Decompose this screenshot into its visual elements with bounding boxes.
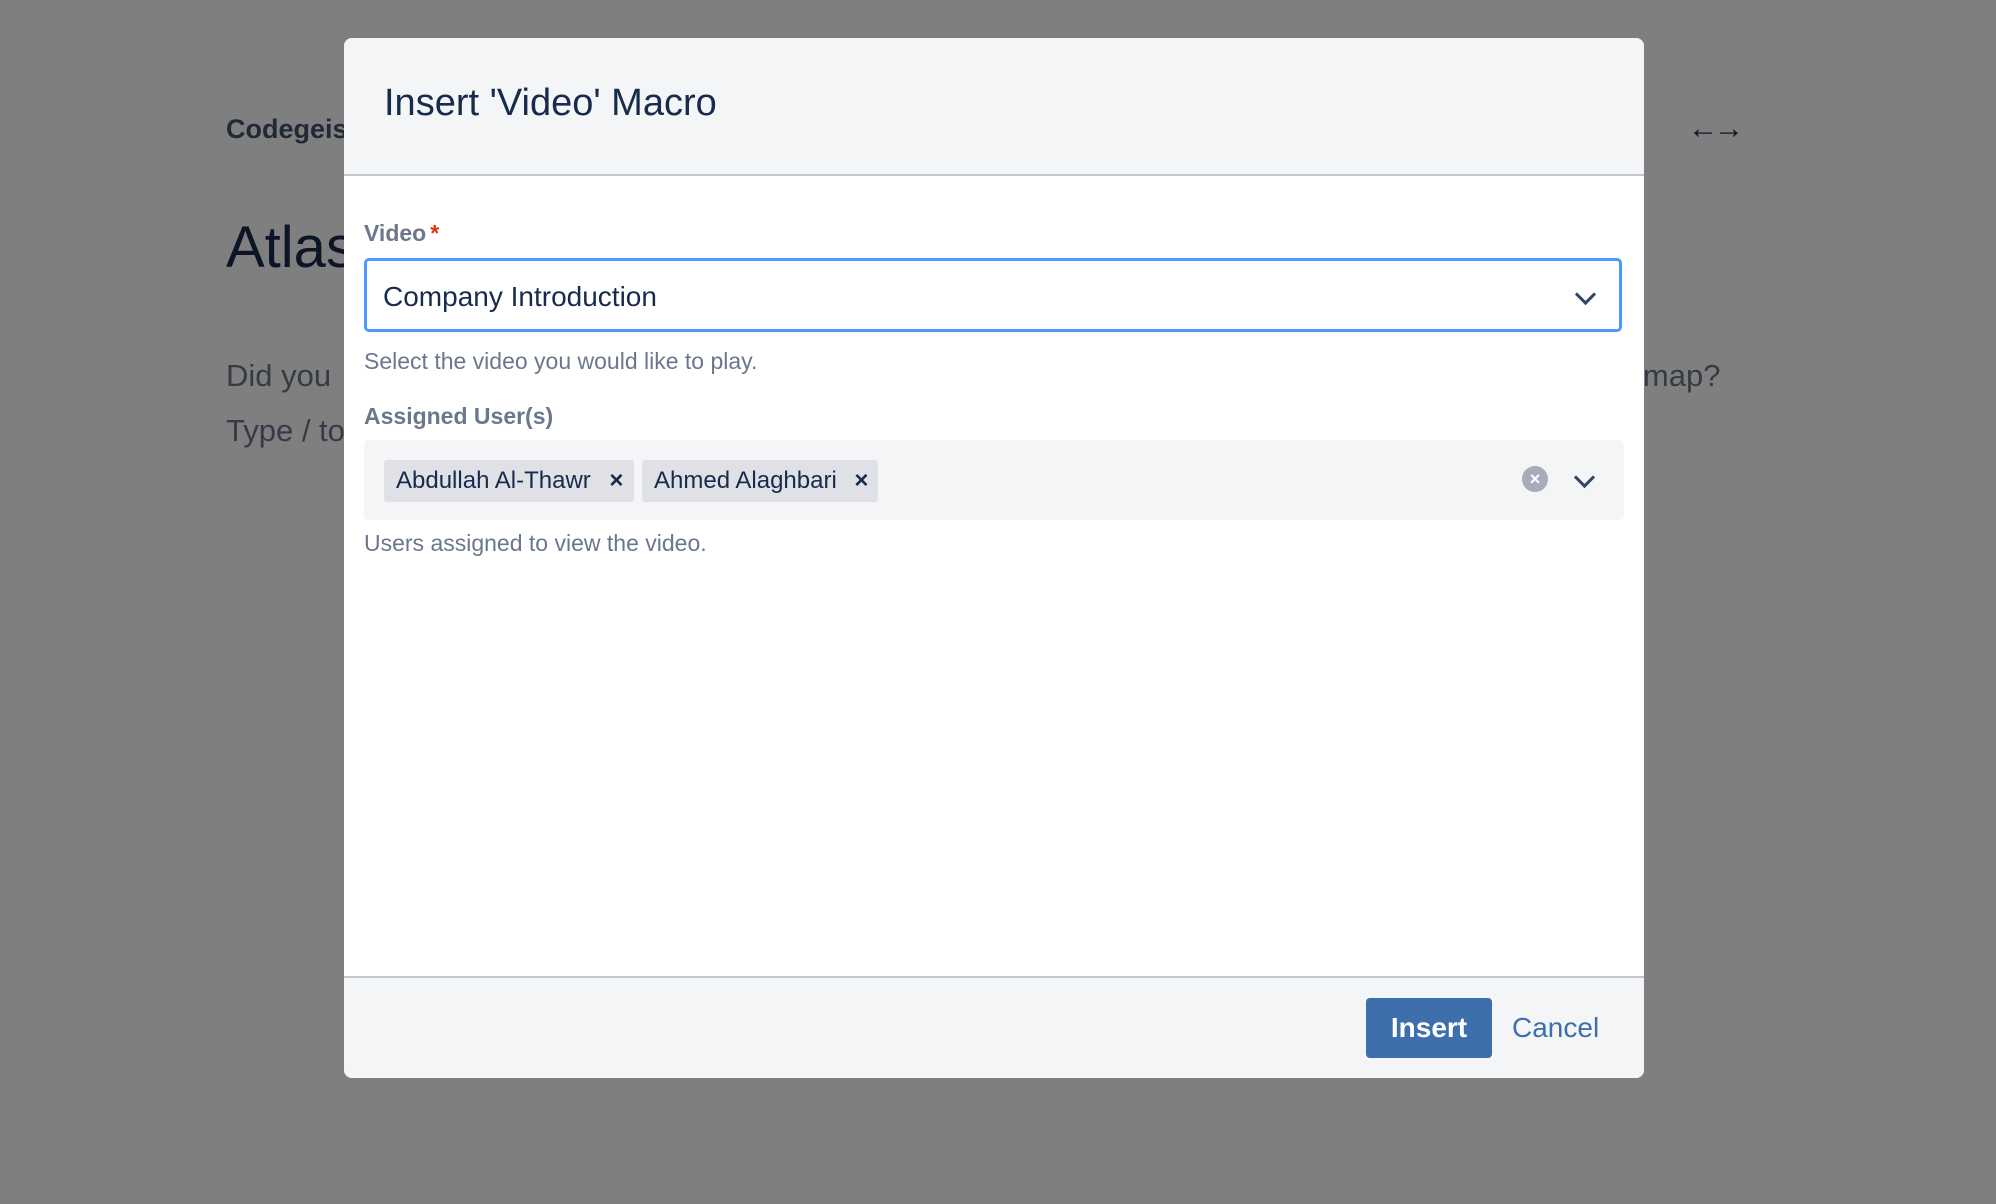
video-select-value: Company Introduction (383, 281, 657, 312)
dialog-footer: Insert Cancel (344, 976, 1644, 1078)
remove-tag-icon[interactable]: × (845, 460, 878, 502)
insert-video-macro-dialog: Insert 'Video' Macro Video * Company Intr… (344, 38, 1644, 1078)
user-tag: Ahmed Alaghbari × (642, 460, 878, 502)
assigned-users-label: Assigned User(s) (364, 403, 554, 429)
user-tag-label: Abdullah Al-Thawr (396, 467, 591, 494)
insert-button[interactable]: Insert (1366, 998, 1492, 1058)
remove-tag-icon[interactable]: × (599, 460, 634, 502)
required-marker: * (430, 220, 440, 246)
clear-selection-icon[interactable]: × (1522, 466, 1548, 492)
dialog-title: Insert 'Video' Macro (384, 82, 717, 124)
video-help-text: Select the video you would like to play. (364, 348, 758, 374)
chevron-down-icon[interactable] (1573, 466, 1596, 489)
user-tag-label: Ahmed Alaghbari (654, 467, 837, 494)
users-help-text: Users assigned to view the video. (364, 530, 707, 556)
cancel-button[interactable]: Cancel (1512, 1012, 1599, 1044)
video-field-label: Video * (364, 220, 439, 247)
assigned-users-select[interactable]: Abdullah Al-Thawr × Ahmed Alaghbari × × (364, 440, 1624, 520)
video-label-text: Video (364, 220, 427, 246)
user-tag: Abdullah Al-Thawr × (384, 460, 634, 502)
dialog-header: Insert 'Video' Macro (344, 38, 1644, 176)
video-select[interactable]: Company Introduction (364, 258, 1622, 332)
chevron-down-icon[interactable] (1574, 283, 1597, 306)
